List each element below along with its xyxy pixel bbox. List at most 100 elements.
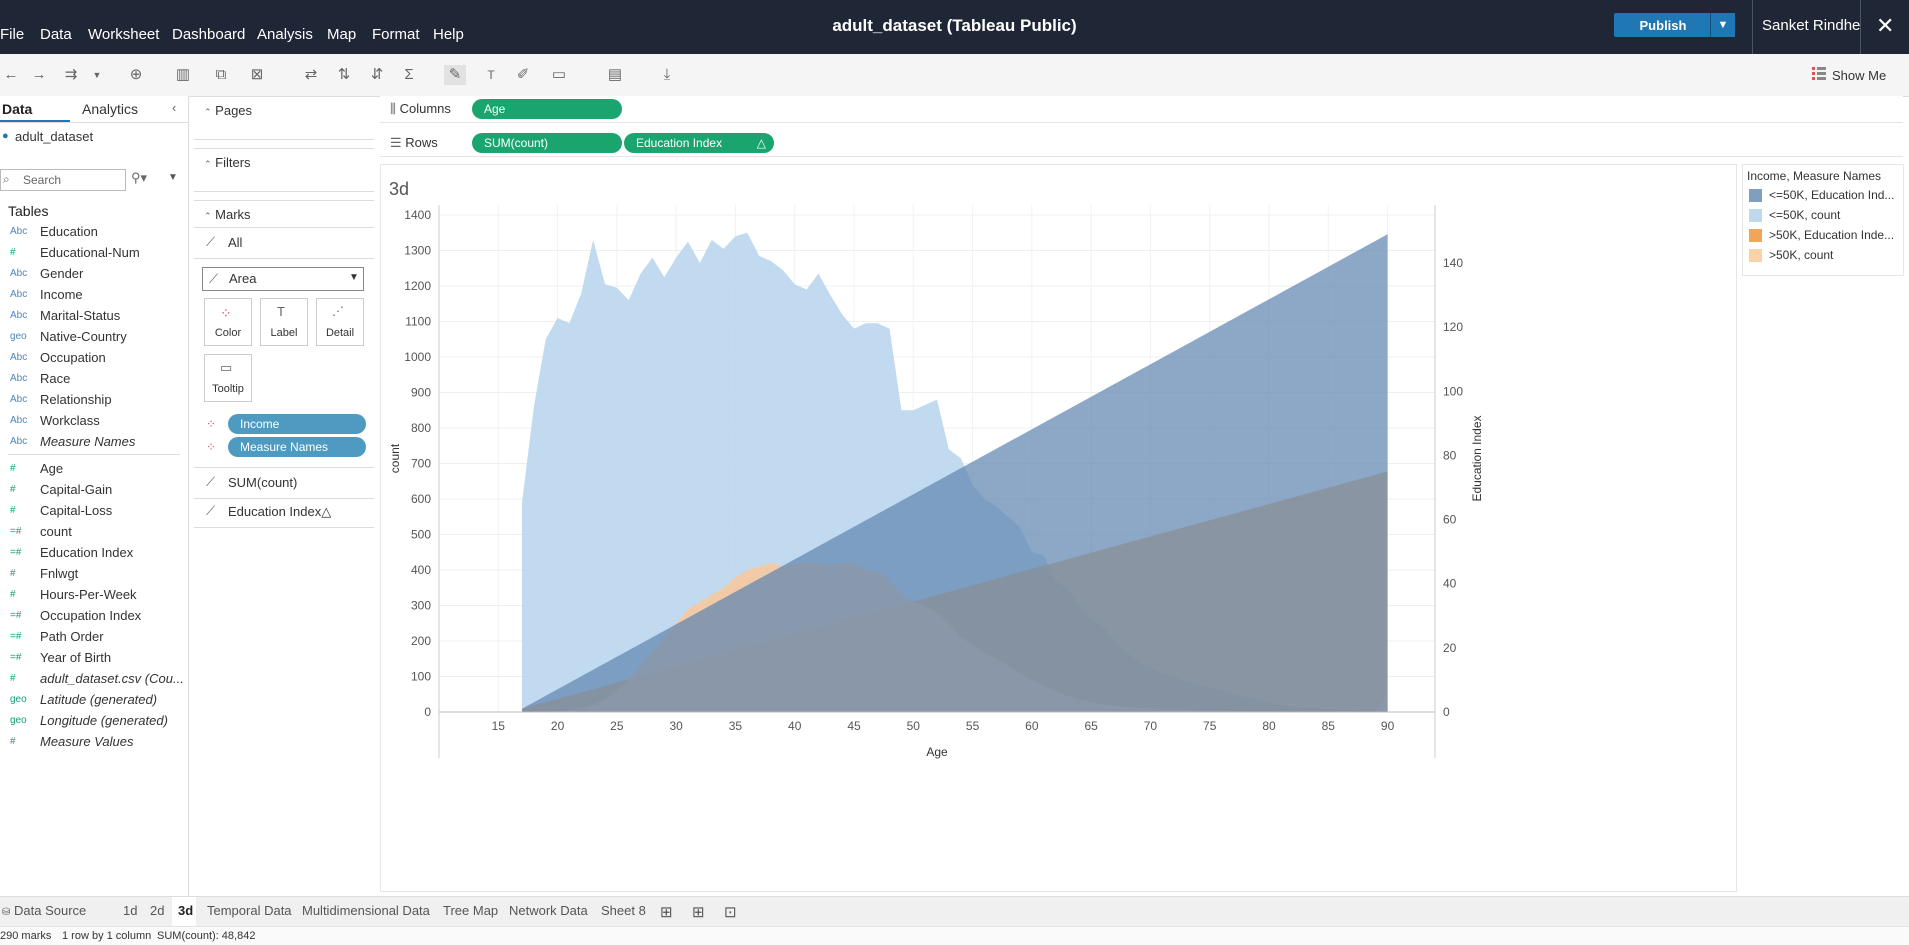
mark-type-select[interactable]: ⟋ Area ▼ — [202, 267, 364, 291]
field-label: Capital-Loss — [40, 503, 113, 518]
y2-tick-label: 60 — [1443, 513, 1457, 527]
legend-swatch — [1749, 229, 1762, 242]
field-label: Workclass — [40, 413, 100, 428]
mark-type-value: Area — [229, 271, 257, 286]
presentation-icon[interactable]: ▤ — [604, 65, 626, 85]
color-legend[interactable]: Income, Measure Names <=50K, Education I… — [1742, 164, 1904, 276]
filters-label: ⌃ Filters — [204, 155, 251, 170]
pill-education-index-label: Education Index — [636, 136, 723, 150]
menu-caret-icon[interactable]: ▼ — [168, 172, 178, 183]
field-label: Longitude (generated) — [40, 713, 168, 728]
new-worksheet-icon[interactable]: ▥ — [172, 65, 194, 85]
new-datasource-icon[interactable]: ⊕ — [125, 65, 147, 85]
x-tick-label: 75 — [1203, 719, 1217, 733]
filters-card[interactable]: ⌃ Filters — [194, 148, 374, 192]
highlight-icon[interactable]: ✎ — [444, 65, 466, 85]
field-label: Occupation Index — [40, 608, 142, 623]
new-story-icon[interactable]: ⊡ — [724, 903, 737, 921]
active-sheet-tab[interactable]: 3d — [172, 897, 196, 927]
pages-card[interactable]: ⌃ Pages — [194, 96, 374, 140]
field-label: Hours-Per-Week — [40, 587, 137, 602]
marks-all-tab[interactable]: ⟋ All — [194, 227, 374, 259]
pill-education-index[interactable]: Education Index △ — [624, 133, 774, 153]
rows-shelf[interactable]: ☰ Rows SUM(count) Education Index △ — [380, 130, 1903, 157]
string-icon: Abc — [10, 415, 28, 426]
new-dashboard-icon[interactable]: ⊞ — [692, 903, 705, 921]
replay-icon[interactable]: ⇉ — [60, 65, 82, 85]
label-button[interactable]: T Label — [260, 298, 308, 346]
show-me-button[interactable]: Show Me — [1832, 68, 1886, 83]
y-tick-label: 700 — [411, 457, 431, 471]
worksheet-view[interactable]: 3d 15 20 25 30 35 40 45 50 55 60 65 70 75 80 85 90 0 100 2… — [380, 164, 1737, 892]
marks-sum-count-tab[interactable]: ⟋ SUM(count) — [194, 467, 374, 499]
string-icon: Abc — [10, 289, 28, 300]
string-icon: Abc — [10, 436, 28, 447]
globe-icon: geo — [10, 331, 27, 342]
marks-education-index-tab[interactable]: ⟋ Education Index△ — [194, 497, 374, 528]
columns-icon: ⫼ — [390, 101, 396, 116]
sheet-tab-sheet-8[interactable]: Sheet 8 — [601, 903, 646, 918]
format-workbook-icon[interactable]: ✐ — [512, 65, 534, 85]
totals-icon[interactable]: Σ — [398, 65, 420, 85]
close-icon[interactable]: ✕ — [1876, 13, 1894, 39]
datasource-name[interactable]: adult_dataset — [15, 129, 93, 144]
color-icon: ⁘ — [220, 305, 232, 321]
color-button[interactable]: ⁘ Color — [204, 298, 252, 346]
field-label: Marital-Status — [40, 308, 121, 323]
duplicate-sheet-icon[interactable]: ⧉ — [210, 65, 232, 85]
calculated-number-icon: =# — [10, 652, 22, 663]
sheet-tab-network[interactable]: Network Data — [509, 903, 588, 918]
redo-icon[interactable]: → — [28, 65, 50, 85]
swap-rows-columns-icon[interactable]: ⇄ — [300, 65, 322, 85]
show-me-icon[interactable] — [1812, 66, 1826, 80]
detail-button[interactable]: ⋰ Detail — [316, 298, 364, 346]
education-index-label: Education Index△ — [228, 504, 332, 519]
area-chart-icon: ⟋ — [206, 503, 216, 518]
download-icon[interactable]: ⤓ — [656, 65, 678, 85]
tab-data[interactable]: Data — [2, 101, 32, 117]
undo-icon[interactable]: ← — [0, 65, 22, 85]
calculated-number-icon: =# — [10, 631, 22, 642]
status-bar: 290 marks 1 row by 1 column SUM(count): … — [0, 926, 1909, 945]
sheet-tab-1d[interactable]: 1d — [123, 903, 137, 918]
area-chart[interactable]: 15 20 25 30 35 40 45 50 55 60 65 70 75 80 85 9001002003… — [381, 205, 1736, 891]
y-axis-title: count — [388, 443, 402, 473]
field-label: Path Order — [40, 629, 104, 644]
y2-tick-label: 40 — [1443, 577, 1457, 591]
new-worksheet-icon[interactable]: ⊞ — [660, 903, 673, 921]
chevron-down-icon[interactable]: ▼ — [86, 65, 108, 85]
x-tick-label: 80 — [1262, 719, 1276, 733]
tooltip-button[interactable]: ▭ Tooltip — [204, 354, 252, 402]
pill-age[interactable]: Age — [472, 99, 622, 119]
columns-shelf[interactable]: ⫼ Columns Age — [380, 96, 1903, 123]
clear-sheet-icon[interactable]: ⊠ — [246, 65, 268, 85]
publish-label: Publish — [1639, 17, 1687, 33]
pill-income[interactable]: Income — [228, 414, 366, 434]
y2-axis-title: Education Index — [1470, 415, 1484, 501]
tab-analytics[interactable]: Analytics — [82, 101, 138, 117]
legend-swatch — [1749, 249, 1762, 262]
user-name[interactable]: Sanket Rindhe — [1762, 17, 1860, 34]
sort-descending-icon[interactable]: ⇵ — [366, 65, 388, 85]
filter-icon[interactable]: ⚲▾ — [131, 170, 147, 186]
fit-icon[interactable]: ▭ — [548, 65, 570, 85]
pill-measure-names[interactable]: Measure Names — [228, 437, 366, 457]
publish-dropdown-button[interactable]: ▼ — [1710, 13, 1735, 37]
number-icon: # — [10, 247, 16, 258]
show-mark-labels-icon[interactable]: T — [480, 65, 502, 85]
sheet-tab-2d[interactable]: 2d — [150, 903, 164, 918]
cards-panel: ⌃ Pages ⌃ Filters ⌃ Marks ⟋ All ⟋ Area ▼… — [194, 96, 374, 896]
sheet-tab-multidimensional[interactable]: Multidimensional Data — [302, 903, 430, 918]
field-label: Native-Country — [40, 329, 127, 344]
sort-ascending-icon[interactable]: ⇅ — [333, 65, 355, 85]
y-tick-label: 500 — [411, 528, 431, 542]
sheet-tab-tree-map[interactable]: Tree Map — [443, 903, 498, 918]
sheet-tab-temporal[interactable]: Temporal Data — [207, 903, 292, 918]
field-label: Age — [40, 461, 64, 476]
collapse-chevron-icon[interactable]: ‹ — [172, 100, 176, 115]
search-input[interactable]: ⌕ Search — [0, 169, 126, 191]
chevron-up-icon: ⌃ — [204, 211, 212, 221]
title-bar: File Data Worksheet Dashboard Analysis M… — [0, 0, 1909, 54]
pill-sum-count[interactable]: SUM(count) — [472, 133, 622, 153]
y-tick-label: 600 — [411, 492, 431, 506]
